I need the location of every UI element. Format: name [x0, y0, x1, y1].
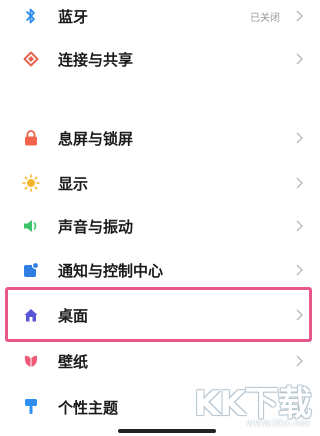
home-gesture-bar[interactable] — [118, 429, 216, 433]
settings-item-label: 息屏与锁屏 — [58, 129, 134, 148]
settings-item-display[interactable]: 显示 — [0, 161, 320, 205]
chevron-right-icon — [296, 10, 303, 22]
highlight-box — [5, 287, 312, 342]
connection-share-icon — [22, 50, 40, 68]
settings-item-label: 连接与共享 — [58, 50, 134, 69]
watermark-logo: KK下载 www.kkx.net — [194, 376, 314, 432]
settings-item-label: 声音与振动 — [58, 217, 134, 236]
wallpaper-tulip-icon — [22, 352, 40, 370]
settings-item-label: 通知与控制中心 — [58, 261, 164, 280]
bluetooth-status: 已关闭 — [250, 12, 280, 24]
settings-item-lock-screen[interactable]: 息屏与锁屏 — [0, 116, 320, 160]
settings-item-sound[interactable]: 声音与振动 — [0, 204, 320, 248]
chevron-right-icon — [296, 132, 303, 144]
chevron-right-icon — [296, 355, 303, 367]
watermark-url-text: www.kkx.net — [246, 418, 310, 429]
theme-brush-icon — [22, 398, 40, 416]
settings-screen: 蓝牙 已关闭 连接与共享 息屏与锁屏 显示 声音与振动 通知与控制中心 桌面 壁… — [0, 0, 320, 436]
lock-screen-icon — [22, 129, 40, 147]
settings-item-connection-share[interactable]: 连接与共享 — [0, 37, 320, 81]
settings-item-notifications[interactable]: 通知与控制中心 — [0, 248, 320, 292]
display-sun-icon — [22, 174, 40, 192]
settings-item-label: 壁纸 — [58, 352, 89, 371]
speaker-icon — [22, 217, 40, 235]
notification-icon — [22, 261, 40, 279]
settings-item-label: 蓝牙 — [58, 7, 89, 26]
bluetooth-icon — [22, 7, 40, 25]
settings-item-bluetooth[interactable]: 蓝牙 已关闭 — [0, 0, 320, 38]
chevron-right-icon — [296, 220, 303, 232]
chevron-right-icon — [296, 177, 303, 189]
chevron-right-icon — [296, 264, 303, 276]
chevron-right-icon — [296, 53, 303, 65]
settings-item-label: 显示 — [58, 174, 89, 193]
